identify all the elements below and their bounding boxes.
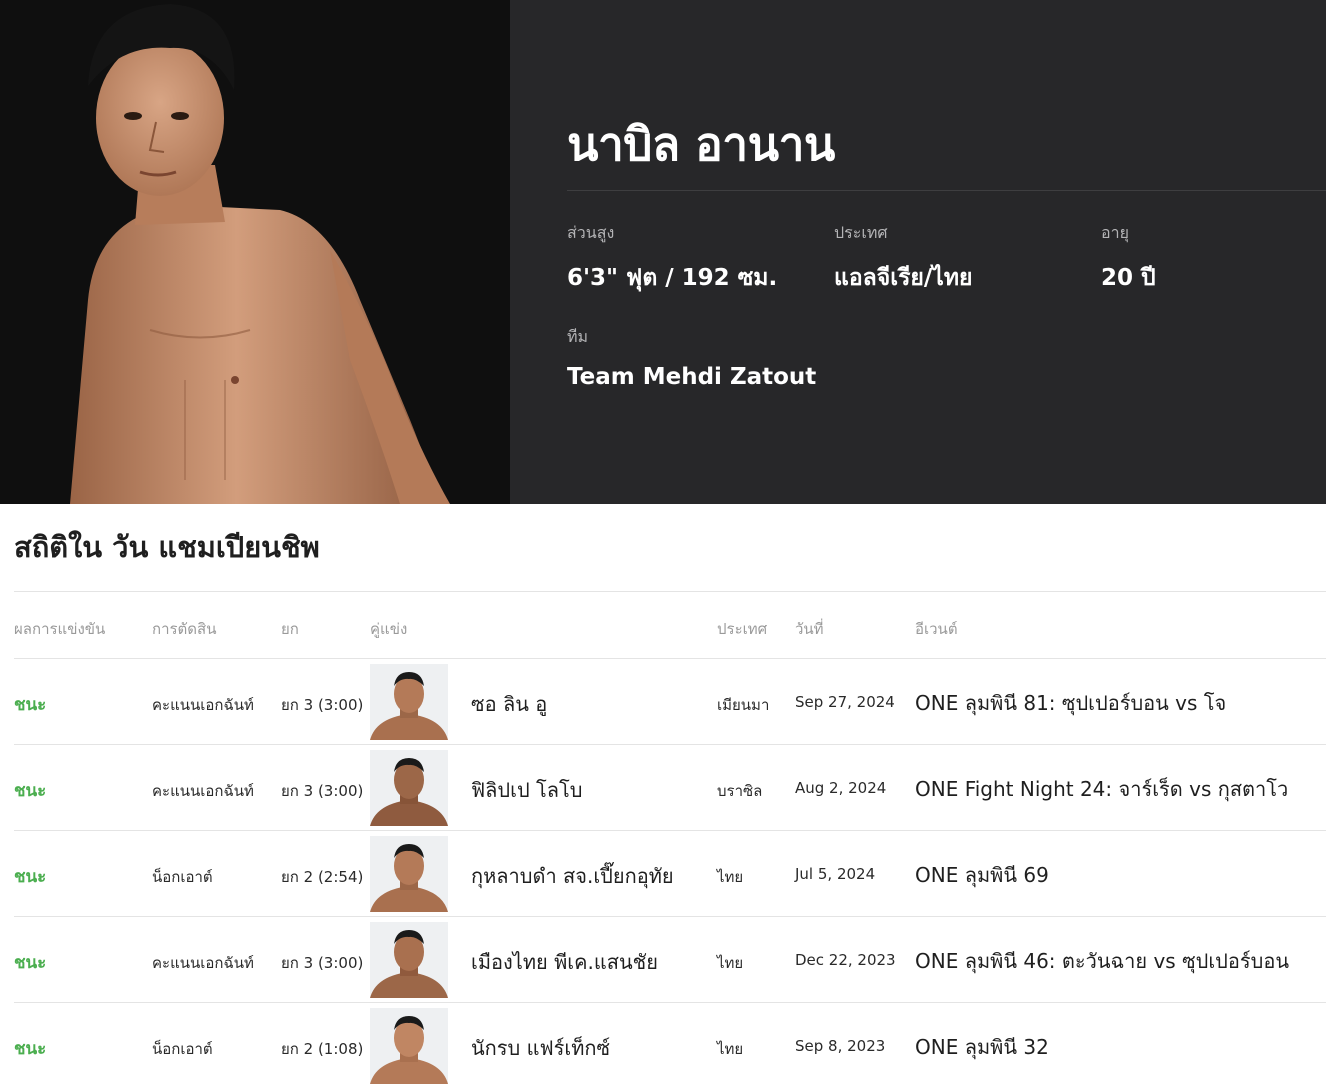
event-link[interactable]: ONE ลุมพินี 46: ตะวันฉาย vs ซุปเปอร์บอน xyxy=(915,945,1289,977)
fighter-portrait-illustration xyxy=(70,4,450,504)
result-cell: ชนะ xyxy=(14,953,47,973)
method-cell: คะแนนเอกฉันท์ xyxy=(152,696,254,714)
opponent-avatar[interactable] xyxy=(370,922,448,998)
country-value: แอลจีเรีย/ไทย xyxy=(834,265,973,291)
table-row[interactable]: ชนะ คะแนนเอกฉันท์ ยก 3 (3:00) ซอ ลิน อู … xyxy=(14,659,1326,745)
age-value: 20 ปี xyxy=(1101,265,1156,291)
round-cell: ยก 2 (2:54) xyxy=(281,868,364,886)
method-cell: น็อกเอาต์ xyxy=(152,868,213,886)
method-cell: คะแนนเอกฉันท์ xyxy=(152,954,254,972)
hero-divider xyxy=(567,190,1326,191)
opponent-name[interactable]: ซอ ลิน อู xyxy=(471,688,547,720)
header-opponent: คู่แข่ง xyxy=(370,620,408,638)
result-cell: ชนะ xyxy=(14,781,47,801)
fighter-name: นาบิล อานาน xyxy=(567,117,835,171)
header-country: ประเทศ xyxy=(717,620,768,638)
date-cell: Sep 27, 2024 xyxy=(795,693,895,711)
result-cell: ชนะ xyxy=(14,867,47,887)
country-cell: ไทย xyxy=(717,868,744,886)
team-value: Team Mehdi Zatout xyxy=(567,364,817,390)
table-row[interactable]: ชนะ คะแนนเอกฉันท์ ยก 3 (3:00) ฟิลิปเป โล… xyxy=(14,745,1326,831)
event-link[interactable]: ONE ลุมพินี 69 xyxy=(915,859,1049,891)
height-label: ส่วนสูง xyxy=(567,223,615,242)
opponent-name[interactable]: นักรบ แฟร์เท็กซ์ xyxy=(471,1032,610,1064)
opponent-name[interactable]: เมืองไทย พีเค.แสนชัย xyxy=(471,946,658,978)
fighter-photo xyxy=(0,0,510,504)
opponent-avatar[interactable] xyxy=(370,750,448,826)
method-cell: น็อกเอาต์ xyxy=(152,1040,213,1058)
opponent-name[interactable]: กุหลาบดำ สจ.เปี๊ยกอุทัย xyxy=(471,860,674,892)
date-cell: Sep 8, 2023 xyxy=(795,1037,886,1055)
event-link[interactable]: ONE ลุมพินี 32 xyxy=(915,1031,1049,1063)
header-result: ผลการแข่งขัน xyxy=(14,620,106,638)
country-cell: เมียนมา xyxy=(717,696,770,714)
country-label: ประเทศ xyxy=(834,223,888,242)
height-value: 6'3" ฟุต / 192 ซม. xyxy=(567,265,778,291)
opponent-avatar[interactable] xyxy=(370,1008,448,1084)
round-cell: ยก 3 (3:00) xyxy=(281,954,364,972)
event-link[interactable]: ONE Fight Night 24: จาร์เร็ด vs กุสตาโว xyxy=(915,773,1288,805)
opponent-name[interactable]: ฟิลิปเป โลโบ xyxy=(471,774,582,806)
table-row[interactable]: ชนะ น็อกเอาต์ ยก 2 (1:08) นักรบ แฟร์เท็ก… xyxy=(14,1003,1326,1086)
header-round: ยก xyxy=(281,620,299,638)
age-label: อายุ xyxy=(1101,223,1129,242)
stat-height: ส่วนสูง 6'3" ฟุต / 192 ซม. xyxy=(567,221,777,296)
result-cell: ชนะ xyxy=(14,1039,47,1059)
team-label: ทีม xyxy=(567,327,589,346)
round-cell: ยก 3 (3:00) xyxy=(281,696,364,714)
stats-section-title: สถิติใน วัน แชมเปียนชิพ xyxy=(14,530,320,564)
header-date: วันที่ xyxy=(795,620,824,638)
method-cell: คะแนนเอกฉันท์ xyxy=(152,782,254,800)
stat-team: ทีม Team Mehdi Zatout xyxy=(567,325,816,390)
country-cell: ไทย xyxy=(717,1040,744,1058)
country-cell: ไทย xyxy=(717,954,744,972)
stat-country: ประเทศ แอลจีเรีย/ไทย xyxy=(834,221,973,296)
table-header: ผลการแข่งขัน การตัดสิน ยก คู่แข่ง ประเทศ… xyxy=(14,592,1326,659)
stat-age: อายุ 20 ปี xyxy=(1101,221,1156,296)
fighter-hero: นาบิล อานาน ส่วนสูง 6'3" ฟุต / 192 ซม. ป… xyxy=(0,0,1326,504)
event-link[interactable]: ONE ลุมพินี 81: ซุปเปอร์บอน vs โจ xyxy=(915,687,1226,719)
opponent-avatar[interactable] xyxy=(370,836,448,912)
date-cell: Jul 5, 2024 xyxy=(795,865,876,883)
table-row[interactable]: ชนะ น็อกเอาต์ ยก 2 (2:54) กุหลาบดำ สจ.เป… xyxy=(14,831,1326,917)
fighter-info: นาบิล อานาน ส่วนสูง 6'3" ฟุต / 192 ซม. ป… xyxy=(567,0,1326,504)
date-cell: Aug 2, 2024 xyxy=(795,779,887,797)
date-cell: Dec 22, 2023 xyxy=(795,951,896,969)
round-cell: ยก 2 (1:08) xyxy=(281,1040,364,1058)
result-cell: ชนะ xyxy=(14,695,47,715)
table-row[interactable]: ชนะ คะแนนเอกฉันท์ ยก 3 (3:00) เมืองไทย พ… xyxy=(14,917,1326,1003)
header-method: การตัดสิน xyxy=(152,620,217,638)
round-cell: ยก 3 (3:00) xyxy=(281,782,364,800)
header-event: อีเวนต์ xyxy=(915,620,958,638)
country-cell: บราซิล xyxy=(717,782,763,800)
opponent-avatar[interactable] xyxy=(370,664,448,740)
